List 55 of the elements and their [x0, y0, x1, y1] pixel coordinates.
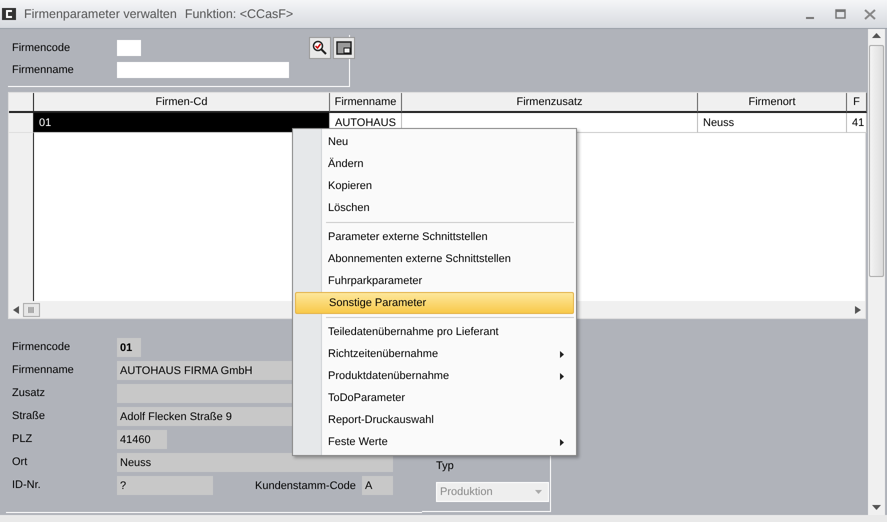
menu-item[interactable]: Sonstige Parameter — [295, 292, 574, 314]
menu-item[interactable]: Löschen — [295, 197, 574, 219]
maximize-icon — [834, 9, 846, 19]
field-label: Firmencode — [12, 42, 72, 54]
minimize-icon — [806, 17, 814, 19]
menu-item[interactable]: ToDoParameter — [295, 387, 574, 409]
submenu-arrow-icon — [560, 438, 564, 446]
column-header[interactable]: Firmen-Cd — [34, 93, 330, 113]
column-header[interactable]: Firmenname — [330, 93, 402, 113]
field-label: Straße — [12, 409, 46, 424]
grid-view-button[interactable] — [333, 37, 355, 59]
field-label: Firmenname — [12, 363, 75, 378]
window-title: Firmenparameter verwalten — [24, 7, 177, 21]
field-value: A — [362, 476, 393, 495]
field-label: Zusatz — [12, 386, 46, 401]
field-label: PLZ — [12, 432, 34, 447]
row-header[interactable] — [9, 113, 34, 133]
filter-field[interactable] — [117, 62, 289, 78]
menu-item[interactable]: Teiledatenübernahme pro Lieferant — [295, 321, 574, 343]
menu-item[interactable]: Fuhrparkparameter — [295, 270, 574, 292]
scroll-thumb[interactable] — [23, 302, 40, 316]
caret-icon — [535, 490, 542, 494]
corner-header — [9, 93, 34, 113]
menu-item[interactable]: Ändern — [295, 153, 574, 175]
app-icon — [2, 7, 16, 21]
field-label: Typ — [436, 460, 455, 472]
search-button[interactable] — [309, 37, 331, 59]
menu-item[interactable]: Kopieren — [295, 175, 574, 197]
submenu-arrow-icon — [560, 372, 564, 380]
field-label: Ort — [12, 455, 28, 470]
column-header[interactable]: F — [847, 93, 867, 113]
menu-item[interactable]: Parameter externe Schnittstellen — [295, 226, 574, 248]
table-cell: Neuss — [698, 113, 847, 133]
function-label: Funktion: <CCasF> — [184, 7, 294, 21]
field-label: Firmenname — [12, 64, 75, 76]
field-value: 01 — [117, 338, 141, 357]
close-icon — [864, 8, 876, 20]
field-label: ID-Nr. — [12, 478, 42, 493]
submenu-arrow-icon — [560, 350, 564, 358]
scroll-thumb[interactable] — [869, 45, 884, 277]
field-value: Neuss — [117, 453, 393, 472]
table-cell: 41 — [847, 113, 867, 133]
scroll-left-icon[interactable] — [13, 306, 19, 314]
field-label: Firmencode — [12, 340, 72, 355]
filter-field[interactable] — [117, 40, 141, 56]
column-header[interactable]: Firmenort — [698, 93, 847, 113]
menu-item[interactable]: Feste Werte — [295, 431, 574, 453]
column-header[interactable]: Firmenzusatz — [402, 93, 698, 113]
field-value: ? — [117, 476, 213, 495]
table-cell: 01 — [34, 113, 330, 133]
field-value: 41460 — [117, 430, 167, 449]
field-label: Kundenstamm-Code — [255, 480, 357, 492]
menu-item[interactable]: Abonnementen externe Schnittstellen — [295, 248, 574, 270]
menu-item[interactable]: Neu — [295, 131, 574, 153]
scroll-right-icon[interactable] — [855, 306, 861, 314]
